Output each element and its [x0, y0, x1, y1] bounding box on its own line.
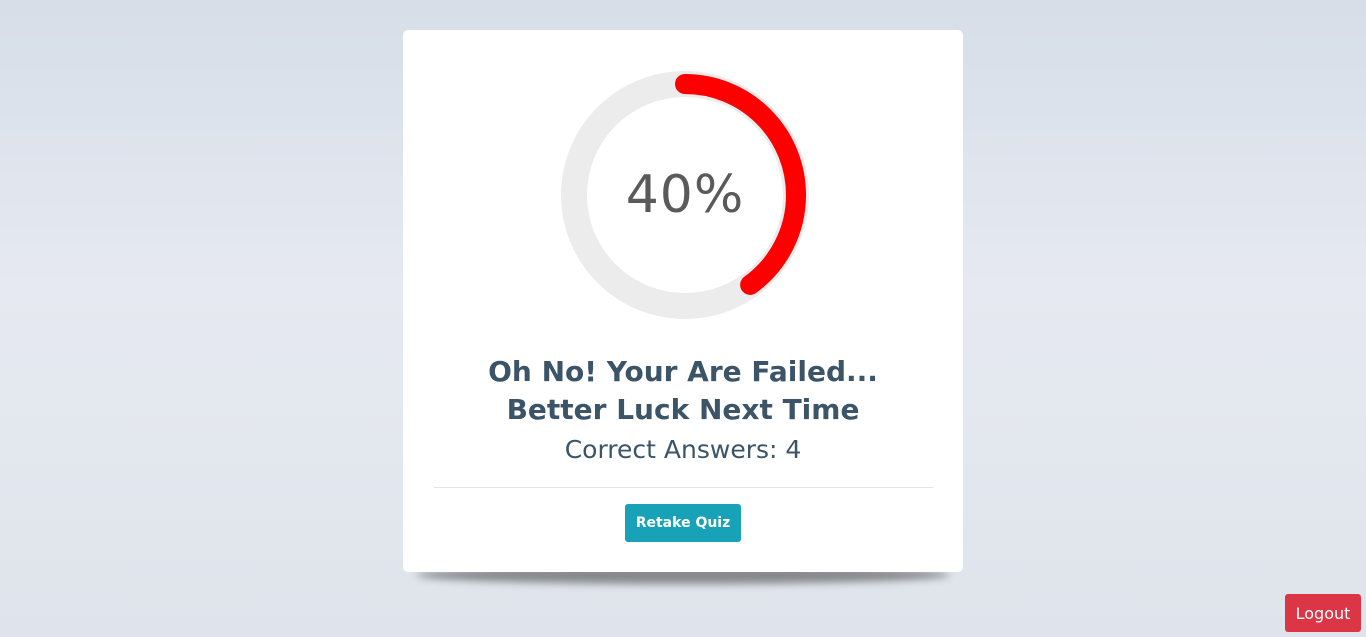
divider [434, 487, 933, 488]
retake-quiz-button[interactable]: Retake Quiz [625, 504, 741, 542]
correct-answers-text: Correct Answers: 4 [564, 435, 802, 464]
score-progress-ring: 40% [560, 70, 810, 320]
headline-line-2: Better Luck Next Time [506, 393, 860, 426]
logout-button[interactable]: Logout [1285, 594, 1361, 632]
result-headline: Oh No! Your Are Failed... Better Luck Ne… [403, 353, 963, 429]
headline-line-1: Oh No! Your Are Failed... [488, 355, 878, 388]
result-card: 40% Oh No! Your Are Failed... Better Luc… [403, 30, 963, 572]
score-percent: 40% [625, 165, 745, 225]
